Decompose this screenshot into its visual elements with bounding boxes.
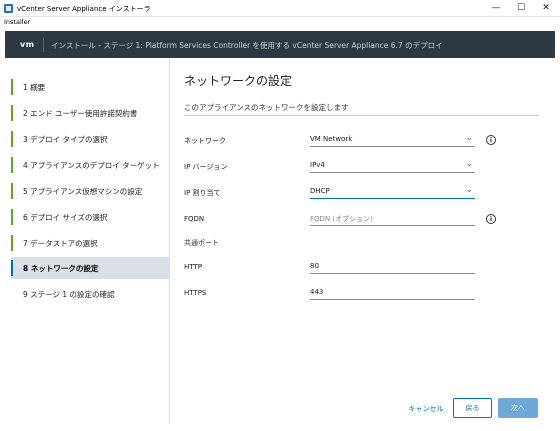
http-port-value: 80: [310, 262, 319, 270]
step-status-bar: [11, 260, 13, 276]
network-label: ネットワーク: [184, 137, 226, 145]
wizard-header: vm インストール - ステージ 1: Platform Services Co…: [5, 31, 555, 58]
ip-version-select[interactable]: IPv4 ⌄: [310, 159, 475, 173]
http-port-input[interactable]: 80: [310, 260, 475, 274]
step-network-settings[interactable]: 8 ネットワークの設定: [11, 257, 170, 279]
maximize-button[interactable]: ☐: [511, 1, 531, 15]
wizard-title: インストール - ステージ 1: Platform Services Contr…: [51, 41, 443, 50]
step-eula[interactable]: 2 エンド ユーザー使用許諾契約書: [11, 103, 170, 123]
page-subtitle: このアプライアンスのネットワークを設定します: [184, 103, 349, 112]
chevron-down-icon: ⌄: [465, 159, 473, 169]
http-label: HTTP: [184, 263, 202, 271]
step-vm-settings[interactable]: 5 アプライアンス仮想マシンの設定: [11, 181, 170, 201]
step-deployment-target[interactable]: 4 アプライアンスのデプロイ ターゲット: [11, 155, 170, 175]
https-label: HTTPS: [184, 289, 207, 297]
fqdn-placeholder: FQDN (オプション): [310, 215, 373, 223]
step-datastore[interactable]: 7 データストアの選択: [11, 233, 170, 253]
step-label: 8 ネットワークの設定: [23, 263, 99, 273]
header-divider: [43, 38, 44, 52]
https-port-input[interactable]: 443: [310, 286, 475, 300]
fqdn-input[interactable]: FQDN (オプション): [310, 212, 475, 226]
step-deployment-size[interactable]: 6 デプロイ サイズの選択: [11, 207, 170, 227]
step-deployment-type[interactable]: 3 デプロイ タイプの選択: [11, 129, 170, 149]
ip-version-value: IPv4: [310, 161, 325, 169]
step-overview[interactable]: 1 概要: [11, 77, 170, 97]
window-title: vCenter Server Appliance インストーラ: [17, 5, 151, 13]
common-ports-heading: 共通ポート: [184, 239, 219, 247]
close-button[interactable]: ✕: [536, 1, 556, 15]
step-label: 6 デプロイ サイズの選択: [23, 212, 108, 222]
step-status-bar: [11, 105, 13, 121]
step-label: 2 エンド ユーザー使用許諾契約書: [23, 108, 138, 118]
step-status-bar: [11, 79, 13, 95]
https-port-value: 443: [310, 288, 324, 296]
ip-assignment-value: DHCP: [310, 187, 330, 195]
wizard-steps: 1 概要 2 エンド ユーザー使用許諾契約書 3 デプロイ タイプの選択 4 ア…: [5, 58, 170, 423]
network-value: VM Network: [310, 135, 353, 143]
step-label: 1 概要: [23, 82, 46, 92]
cancel-button[interactable]: キャンセル: [404, 400, 448, 418]
app-icon: [4, 4, 13, 13]
step-status-bar: [11, 183, 13, 199]
page-title: ネットワークの設定: [184, 74, 293, 88]
chevron-down-icon: ⌄: [465, 133, 473, 143]
network-info-icon[interactable]: i: [486, 135, 496, 145]
menu-installer[interactable]: Installer: [4, 18, 30, 26]
step-status-bar: [11, 131, 13, 147]
step-status-bar: [11, 235, 13, 251]
step-label: 3 デプロイ タイプの選択: [23, 134, 108, 144]
minimize-button[interactable]: —: [486, 1, 506, 15]
subtitle-divider: [184, 115, 539, 116]
ip-assignment-label: IP 割り当て: [184, 189, 221, 197]
ip-version-label: IP バージョン: [184, 163, 228, 171]
menubar: Installer: [0, 17, 560, 28]
main-panel: ネットワークの設定 このアプライアンスのネットワークを設定します ネットワーク …: [171, 58, 555, 423]
ip-assignment-select[interactable]: DHCP ⌄: [310, 185, 475, 199]
step-label: 9 ステージ 1 の設定の確認: [23, 289, 115, 299]
step-status-bar: [11, 157, 13, 173]
fqdn-label: FQDN: [184, 215, 205, 223]
step-label: 4 アプライアンスのデプロイ ターゲット: [23, 160, 160, 170]
fqdn-info-icon[interactable]: i: [486, 214, 496, 224]
step-review[interactable]: 9 ステージ 1 の設定の確認: [11, 284, 170, 304]
vmware-logo: vm: [20, 40, 35, 49]
back-button[interactable]: 戻る: [453, 398, 492, 418]
chevron-down-icon: ⌄: [465, 185, 473, 195]
next-button[interactable]: 次へ: [498, 398, 538, 418]
window-titlebar: vCenter Server Appliance インストーラ — ☐ ✕: [0, 0, 560, 17]
step-label: 7 データストアの選択: [23, 238, 98, 248]
step-label: 5 アプライアンス仮想マシンの設定: [23, 186, 143, 196]
network-select[interactable]: VM Network ⌄: [310, 133, 475, 147]
step-status-bar: [11, 209, 13, 225]
